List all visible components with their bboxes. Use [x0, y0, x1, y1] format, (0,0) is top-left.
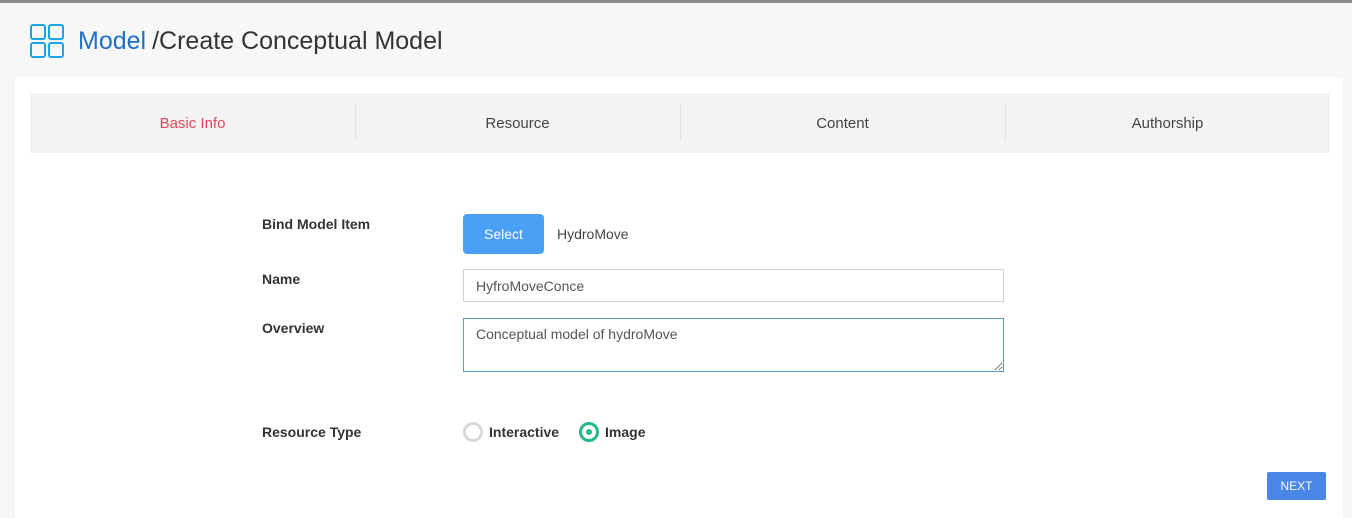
radio-interactive[interactable] [463, 422, 483, 442]
tab-resource[interactable]: Resource [355, 93, 680, 153]
top-border [0, 0, 1352, 3]
page-header: Model /Create Conceptual Model [28, 22, 443, 60]
breadcrumb-model-link[interactable]: Model [78, 27, 146, 56]
radio-image-label: Image [605, 424, 646, 440]
bind-model-item-label: Bind Model Item [262, 216, 371, 232]
radio-image[interactable] [579, 422, 600, 442]
radio-interactive-label: Interactive [489, 424, 560, 440]
next-button[interactable]: NEXT [1267, 472, 1326, 500]
radio-option-image[interactable]: Image [579, 422, 646, 442]
main-panel: Basic Info Resource Content Authorship B… [15, 78, 1343, 518]
bound-model-item-value: HydroMove [557, 226, 629, 242]
tab-content[interactable]: Content [680, 93, 1005, 153]
overview-textarea[interactable]: Conceptual model of hydroMove [463, 318, 1004, 372]
grid-icon [28, 22, 66, 60]
resource-type-label: Resource Type [262, 424, 362, 440]
step-tabs: Basic Info Resource Content Authorship [30, 93, 1330, 153]
resource-type-radio-group: Interactive Image [463, 422, 666, 442]
tab-basic-info[interactable]: Basic Info [30, 93, 355, 153]
overview-label: Overview [262, 320, 325, 336]
name-label: Name [262, 271, 301, 287]
select-model-item-button[interactable]: Select [463, 214, 544, 254]
tab-authorship[interactable]: Authorship [1005, 93, 1330, 153]
name-input[interactable] [463, 269, 1004, 302]
radio-option-interactive[interactable]: Interactive [463, 422, 559, 442]
page-title: /Create Conceptual Model [152, 26, 443, 55]
